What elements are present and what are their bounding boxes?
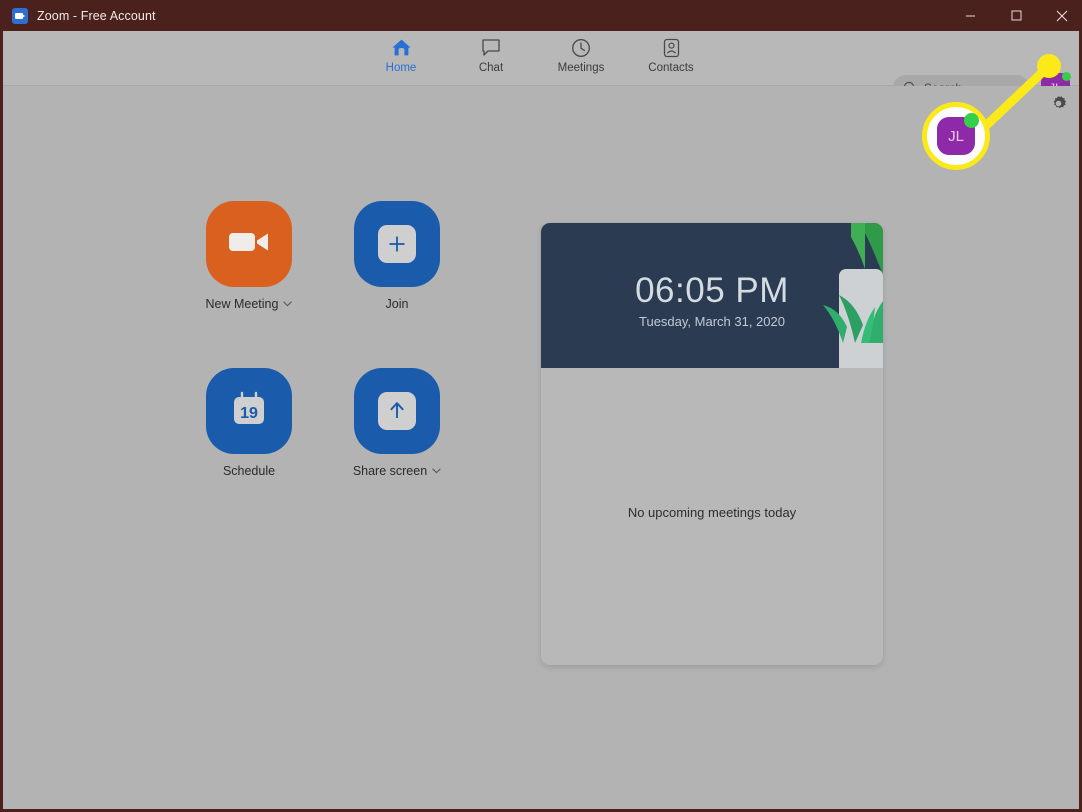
- schedule-button[interactable]: 19 Schedule: [198, 368, 300, 478]
- clock-card: 06:05 PM Tuesday, March 31, 2020: [541, 223, 883, 368]
- share-screen-tile: [354, 368, 440, 454]
- tab-contacts[interactable]: Contacts: [648, 36, 694, 74]
- plus-square-icon: [378, 225, 416, 263]
- current-time: 06:05 PM: [635, 271, 789, 310]
- chat-bubble-icon: [481, 36, 501, 59]
- tab-home[interactable]: Home: [378, 36, 424, 74]
- contact-card-icon: [663, 36, 680, 59]
- new-meeting-button[interactable]: New Meeting: [198, 201, 300, 311]
- tab-chat-label: Chat: [478, 62, 504, 74]
- chevron-down-icon[interactable]: [283, 301, 293, 307]
- join-label: Join: [385, 297, 409, 311]
- main-navigation-bar: Home Chat Meetings Contacts: [3, 31, 1079, 102]
- video-camera-icon: [227, 228, 271, 261]
- tab-chat[interactable]: Chat: [468, 36, 514, 74]
- gear-icon[interactable]: [1050, 95, 1067, 117]
- home-icon: [391, 36, 412, 59]
- clock-icon: [571, 36, 591, 59]
- calendar-icon: 19: [228, 388, 270, 435]
- share-screen-button[interactable]: Share screen: [346, 368, 448, 478]
- new-meeting-label-row: New Meeting: [206, 297, 293, 311]
- callout-avatar-initials: JL: [948, 127, 964, 145]
- share-screen-label-row: Share screen: [353, 464, 441, 478]
- callout-avatar: JL: [937, 113, 979, 155]
- schedule-tile: 19: [206, 368, 292, 454]
- close-icon[interactable]: [1039, 0, 1079, 31]
- tab-contacts-label: Contacts: [648, 62, 694, 74]
- title-bar: Zoom - Free Account: [3, 0, 1079, 31]
- join-button[interactable]: Join: [346, 201, 448, 311]
- new-meeting-label: New Meeting: [205, 297, 279, 311]
- zoom-app-window: Zoom - Free Account Home Chat Meetings C…: [0, 0, 1082, 812]
- join-tile: [354, 201, 440, 287]
- calendar-day: 19: [240, 405, 258, 422]
- tab-home-label: Home: [385, 62, 417, 74]
- schedule-label-row: Schedule: [223, 464, 275, 478]
- minimize-icon[interactable]: [947, 0, 993, 31]
- join-label-row: Join: [386, 297, 409, 311]
- callout-highlight-circle: JL: [922, 102, 990, 170]
- tab-meetings-label: Meetings: [557, 62, 605, 74]
- upcoming-meetings-panel: 06:05 PM Tuesday, March 31, 2020 No upco…: [541, 223, 883, 665]
- current-date: Tuesday, March 31, 2020: [639, 314, 785, 329]
- quick-actions-row-1: New Meeting Join: [198, 201, 448, 311]
- status-badge: [1062, 72, 1071, 81]
- no-meetings-message: No upcoming meetings today: [627, 505, 797, 520]
- up-arrow-square-icon: [378, 392, 416, 430]
- nav-tabs: Home Chat Meetings Contacts: [378, 36, 694, 74]
- tab-meetings[interactable]: Meetings: [558, 36, 604, 74]
- schedule-label: Schedule: [222, 464, 276, 478]
- chevron-down-icon[interactable]: [432, 468, 441, 474]
- maximize-icon[interactable]: [993, 0, 1039, 31]
- quick-actions-grid: New Meeting Join 19 Schedule Share scree…: [198, 201, 448, 478]
- window-controls: [947, 0, 1079, 31]
- callout-status-badge: [964, 113, 979, 128]
- share-screen-label: Share screen: [352, 464, 428, 478]
- zoom-video-icon: [12, 7, 28, 24]
- new-meeting-tile: [206, 201, 292, 287]
- quick-actions-row-2: 19 Schedule Share screen: [198, 368, 448, 478]
- window-title: Zoom - Free Account: [37, 8, 156, 23]
